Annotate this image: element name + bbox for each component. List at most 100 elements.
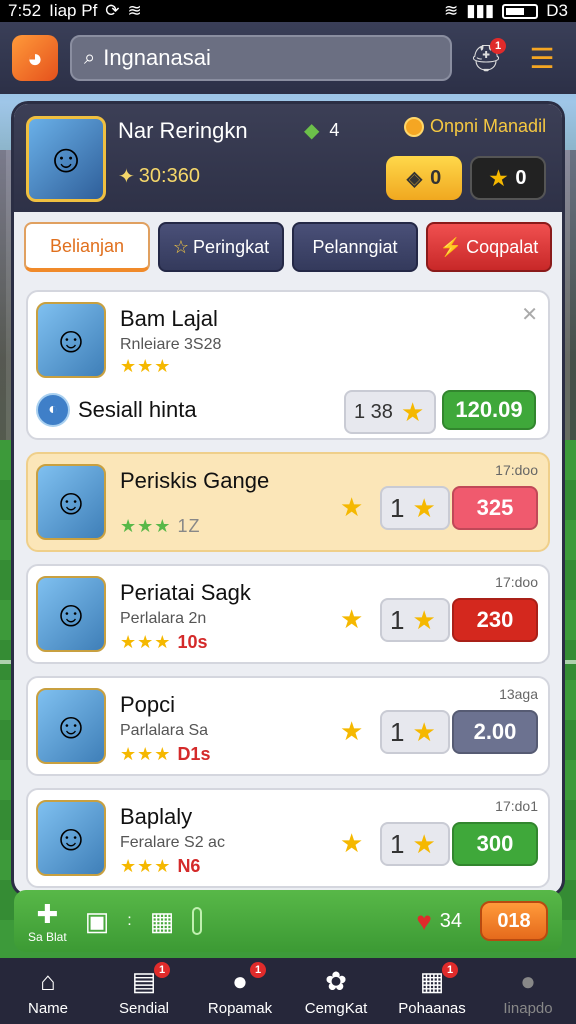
signal-icon: ▮▮▮ [466, 1, 495, 20]
search-text: Ingnanasai [103, 45, 211, 70]
star-icon: ★ [489, 167, 508, 190]
tab-coqpalat[interactable]: ⚡ Coqpalat [426, 222, 552, 272]
nav-sendial[interactable]: ▤ 1 Sendial [96, 961, 192, 1017]
star-icon: ★ [340, 828, 364, 858]
count-value: 1 [390, 604, 405, 635]
rating-stars: ★★★ 1Z [120, 516, 200, 537]
count-value: 1 38 [354, 400, 393, 423]
count-box: 1 ★ [380, 710, 450, 754]
action-button[interactable]: 018 [480, 901, 548, 941]
count-value: 1 [390, 716, 405, 747]
stars-value: ★★★ [120, 856, 172, 876]
tab-peringkat[interactable]: ☆ Peringkat [158, 222, 284, 272]
timer-value: 30:360 [138, 165, 200, 187]
close-icon[interactable]: ✕ [521, 302, 538, 327]
wifi-icon: ≋ [127, 1, 142, 20]
nav-label: Iinapdo [503, 999, 553, 1017]
bug-icon: ♥ [416, 905, 432, 936]
nav-cemgkat[interactable]: ✿ CemgKat [288, 966, 384, 1017]
price-button[interactable]: 230 [452, 598, 538, 642]
star-icon: ★ [412, 828, 436, 859]
sync-icon: ⟳ [105, 1, 120, 20]
helmet-button[interactable]: ⛑ 1 [464, 36, 508, 80]
tab-label: Belianjan [49, 235, 125, 256]
notification-badge: 1 [490, 38, 506, 54]
list-item[interactable]: ☺ Popci Parlalara Sa 13aga ★★★ D1s ★ 1 ★… [26, 676, 550, 776]
special-label: Sesiall hinta [78, 397, 197, 422]
player-avatar: ☺ [36, 464, 106, 540]
app-logo[interactable]: ◕ [12, 35, 58, 81]
level-icon: ◆ [304, 120, 320, 142]
bolt-icon: ⚡ [439, 236, 463, 257]
list-item[interactable]: ☺ Bam Lajal Rnleiare 3S28 ★★★ ✕ ◐ Sesial… [26, 290, 550, 440]
nav-name[interactable]: ⌂ Name [0, 966, 96, 1017]
gem-icon: ◈ [406, 167, 423, 190]
star-pill[interactable]: ★ 0 [470, 156, 546, 200]
stars-extra: D1s [177, 744, 211, 764]
score-value: 34 [439, 909, 462, 932]
player-name: Nar Reringkn [118, 118, 248, 143]
nav-label: Name [27, 999, 68, 1017]
count-value: 1 [390, 492, 405, 523]
score-group: ♥ 34 [416, 906, 462, 937]
nav-iinapdo[interactable]: ● Iinapdo [480, 966, 576, 1017]
nav-pohaanas[interactable]: ▦ 1 Pohaanas [384, 961, 480, 1017]
count-box: 1 ★ [380, 598, 450, 642]
price-button[interactable]: 325 [452, 486, 538, 530]
search-input[interactable]: ⌕ Ingnanasai [70, 35, 452, 81]
gem-pill[interactable]: ◈ 0 [386, 156, 462, 200]
count-box: 1 38 ★ [344, 390, 436, 434]
card-subtitle: Parlalara Sa [120, 722, 209, 739]
player-avatar: ☺ [36, 688, 106, 764]
stars-extra: 1Z [177, 516, 201, 536]
stars-value: ★★★ [120, 744, 172, 764]
chest-icon[interactable]: ▣ [85, 906, 110, 937]
stars-value: ★★★ [120, 516, 172, 536]
rating-stars: ★★★ [120, 356, 172, 376]
tab-label: Coqpalat [466, 236, 539, 257]
timer-icon: ✦ [118, 166, 135, 188]
sa-blat-button[interactable]: ✚ Sa Blat [28, 899, 67, 944]
price-button[interactable]: 120.09 [442, 390, 536, 430]
cards-icon: ▤ [131, 965, 157, 996]
card-name: Popci [120, 692, 176, 717]
notification-badge: 1 [154, 961, 170, 978]
tab-label: Pelanngiat [312, 236, 398, 257]
star-icon: ★ [412, 492, 436, 523]
battery-icon [502, 3, 539, 19]
card-name: Periskis Gange [120, 468, 270, 493]
wifi-icon: ≋ [443, 1, 459, 20]
stars-extra: 10s [177, 632, 208, 652]
nav-label: Ropamak [207, 999, 273, 1017]
rating-stars: ★★★ N6 [120, 856, 200, 877]
stars-extra: N6 [177, 856, 201, 876]
status-time: 7:52 [8, 1, 42, 20]
dots-icon: : [127, 912, 132, 929]
avatar[interactable]: ☺ [26, 116, 106, 202]
star-icon: ★ [340, 604, 364, 634]
tab-belianjan[interactable]: Belianjan [24, 222, 150, 272]
board-icon[interactable]: ▦ [150, 906, 175, 937]
player-timer: ✦ 30:360 [118, 164, 200, 189]
star-outline-icon: ☆ [172, 236, 190, 257]
count-box: 1 ★ [380, 486, 450, 530]
list-item[interactable]: ☺ Periatai Sagk Perlalara 2n 17:doo ★★★ … [26, 564, 550, 664]
nav-ropamak[interactable]: ● 1 Ropamak [192, 961, 288, 1017]
tab-bar: Belianjan ☆ Peringkat Pelanngiat ⚡ Coqpa… [24, 222, 552, 272]
nav-label: Sendial [118, 999, 170, 1017]
list-item[interactable]: ☺ Baplaly Feralare S2 ac 17:do1 ★★★ N6 ★… [26, 788, 550, 888]
stars-value: ★★★ [120, 632, 172, 652]
price-button[interactable]: 300 [452, 822, 538, 866]
coin-label-group: Onpni Manadil [404, 116, 546, 137]
menu-button[interactable]: ☰ [520, 36, 564, 80]
gem-value: 0 [430, 166, 442, 189]
star-icon: ★ [412, 604, 436, 635]
chat-icon: ● [232, 965, 248, 996]
price-button[interactable]: 2.00 [452, 710, 538, 754]
notification-badge: 1 [250, 961, 266, 978]
tab-pelanngiat[interactable]: Pelanngiat [292, 222, 418, 272]
list-item[interactable]: ☺ Periskis Gange 17:doo ★★★ 1Z ★ 1 ★ 325 [26, 452, 550, 552]
star-icon: ★ [412, 716, 436, 747]
rating-stars: ★★★ 10s [120, 632, 207, 653]
card-name: Periatai Sagk [120, 580, 251, 605]
